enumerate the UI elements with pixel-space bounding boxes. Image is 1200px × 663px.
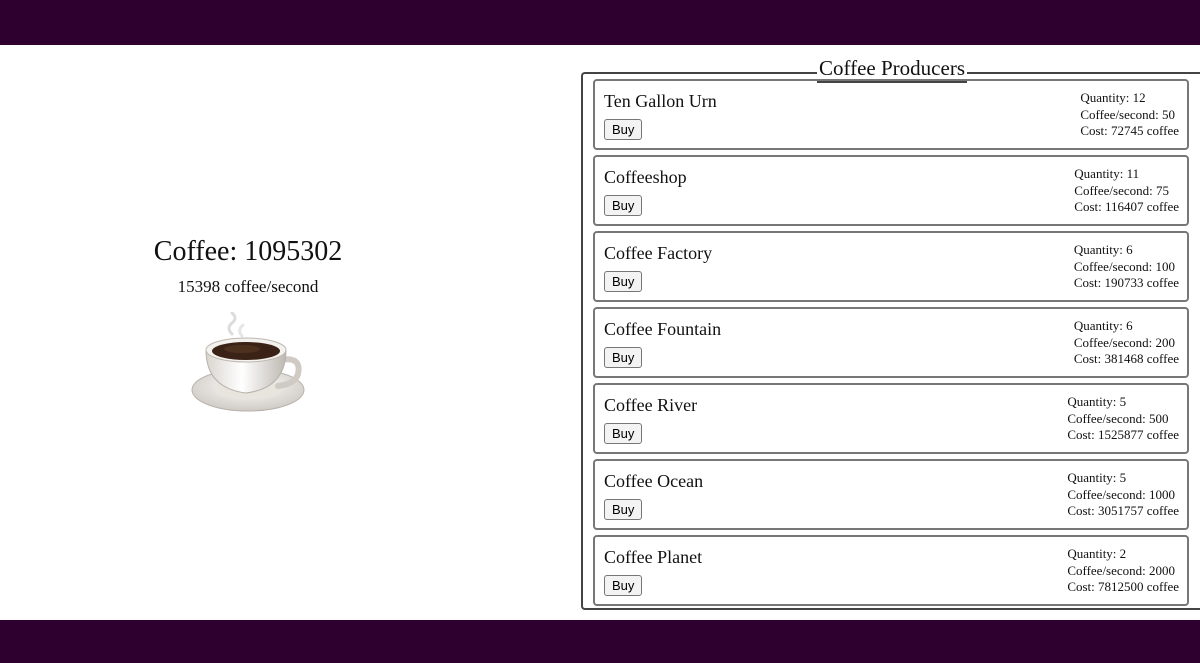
producer-stats: Quantity: 12 Coffee/second: 50 Cost: 727… [1080,90,1179,140]
producer-cost: Cost: 190733 coffee [1073,275,1179,290]
producer-name: Ten Gallon Urn [604,91,717,111]
producer-quantity: Quantity: 5 [1067,394,1127,409]
coffee-producers-panel: Coffee Producers Ten Gallon Urn Buy Quan… [581,55,1200,610]
bottom-band [0,620,1200,663]
producer-cost: Cost: 381468 coffee [1073,351,1179,366]
producer-stats: Quantity: 5 Coffee/second: 500 Cost: 152… [1067,394,1179,444]
producer-cps: Coffee/second: 1000 [1067,486,1176,502]
producer-quantity: Quantity: 5 [1067,470,1127,485]
buy-button[interactable]: Buy [604,575,643,596]
producer-quantity: Quantity: 6 [1073,318,1133,333]
producer-name: Coffee Planet [604,547,703,567]
producer-cps: Coffee/second: 200 [1073,334,1176,350]
producer-coffee-ocean: Coffee Ocean Buy Quantity: 5 Coffee/seco… [593,459,1189,530]
producer-cost: Cost: 116407 coffee [1074,199,1179,214]
producer-cost: Cost: 7812500 coffee [1067,579,1179,594]
producer-cps: Coffee/second: 50 [1080,106,1176,122]
coffee-total: Coffee: 1095302 [153,236,343,267]
buy-button[interactable]: Buy [604,423,643,444]
coffee-cup-icon[interactable] [188,311,310,416]
producer-name: Coffee Ocean [604,471,704,491]
producer-ten-gallon-urn: Ten Gallon Urn Buy Quantity: 12 Coffee/s… [593,79,1189,150]
buy-button[interactable]: Buy [604,499,643,520]
producer-coffeeshop: Coffeeshop Buy Quantity: 11 Coffee/secon… [593,155,1189,226]
buy-button[interactable]: Buy [604,119,643,140]
producer-stats: Quantity: 2 Coffee/second: 2000 Cost: 78… [1067,546,1179,596]
producer-name: Coffeeshop [604,167,687,187]
producer-name: Coffee Factory [604,243,713,263]
producer-quantity: Quantity: 2 [1067,546,1127,561]
producer-cps: Coffee/second: 2000 [1067,562,1176,578]
producer-cps: Coffee/second: 100 [1073,258,1176,274]
producer-stats: Quantity: 6 Coffee/second: 100 Cost: 190… [1074,242,1179,292]
producer-quantity: Quantity: 12 [1080,90,1146,105]
producer-cps: Coffee/second: 75 [1074,182,1169,198]
coffee-counter: Coffee: 1095302 15398 coffee/second [0,235,496,297]
producer-coffee-river: Coffee River Buy Quantity: 5 Coffee/seco… [593,383,1189,454]
buy-button[interactable]: Buy [604,195,643,216]
producer-stats: Quantity: 6 Coffee/second: 200 Cost: 381… [1074,318,1179,368]
coffee-rate: 15398 coffee/second [177,277,319,296]
buy-button[interactable]: Buy [604,347,643,368]
producer-cost: Cost: 1525877 coffee [1067,427,1179,442]
producer-cost: Cost: 3051757 coffee [1067,503,1179,518]
producer-name: Coffee Fountain [604,319,722,339]
producer-coffee-fountain: Coffee Fountain Buy Quantity: 6 Coffee/s… [593,307,1189,378]
producer-stats: Quantity: 5 Coffee/second: 1000 Cost: 30… [1067,470,1179,520]
producer-cost: Cost: 72745 coffee [1080,123,1179,138]
producer-quantity: Quantity: 11 [1074,166,1140,181]
producer-cps: Coffee/second: 500 [1067,410,1169,426]
producer-coffee-factory: Coffee Factory Buy Quantity: 6 Coffee/se… [593,231,1189,302]
producer-coffee-planet: Coffee Planet Buy Quantity: 2 Coffee/sec… [593,535,1189,606]
buy-button[interactable]: Buy [604,271,643,292]
producer-quantity: Quantity: 6 [1073,242,1133,257]
top-band [0,0,1200,45]
producer-name: Coffee River [604,395,698,415]
producer-stats: Quantity: 11 Coffee/second: 75 Cost: 116… [1074,166,1179,216]
